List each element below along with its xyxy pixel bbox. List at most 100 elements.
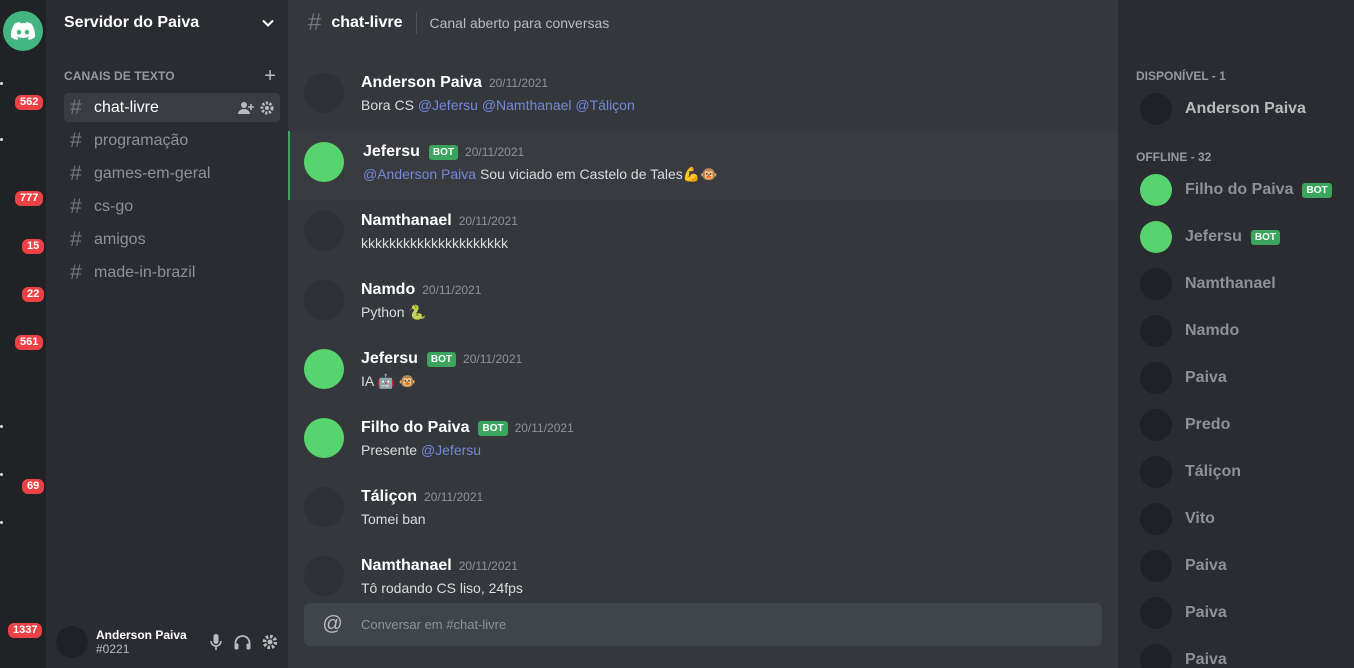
- member-item[interactable]: Predo: [1140, 407, 1230, 443]
- at-mention-icon[interactable]: @: [304, 613, 361, 636]
- channel-title: chat-livre: [331, 14, 403, 31]
- channel-item-cs-go[interactable]: # cs-go: [64, 192, 280, 221]
- member-item[interactable]: Jefersu BOT: [1140, 219, 1281, 255]
- avatar: [1140, 93, 1172, 125]
- message-author[interactable]: Namdo: [361, 281, 415, 299]
- message-text: Bora CS @Jefersu @Namthanael @Táliçon: [361, 97, 635, 113]
- channel-name: games-em-geral: [94, 164, 211, 182]
- channel-item-amigos[interactable]: # amigos: [64, 225, 280, 254]
- message: Jefersu BOT 20/11/2021 IA 🤖 🐵: [288, 338, 1118, 407]
- channel-item-programacao[interactable]: # programação: [64, 126, 280, 155]
- online-category-label: DISPONÍVEL - 1: [1136, 69, 1226, 83]
- server-header[interactable]: Servidor do Paiva: [46, 0, 288, 46]
- message-author[interactable]: Filho do Paiva: [361, 419, 469, 437]
- discord-app: 562 777 15 22 561 69 1337 Servidor do Pa…: [0, 0, 1354, 668]
- gear-icon[interactable]: [260, 101, 274, 115]
- avatar[interactable]: [304, 418, 344, 458]
- avatar[interactable]: [304, 73, 344, 113]
- avatar[interactable]: [304, 211, 344, 251]
- hash-icon: #: [70, 260, 82, 284]
- message-author[interactable]: Anderson Paiva: [361, 74, 482, 92]
- member-name: Paiva: [1185, 557, 1227, 574]
- member-list: DISPONÍVEL - 1 Anderson Paiva OFFLINE - …: [1118, 0, 1354, 668]
- member-name: Jefersu: [1185, 228, 1242, 245]
- avatar: [1140, 362, 1172, 394]
- bot-badge: BOT: [428, 144, 459, 160]
- message-input[interactable]: [361, 617, 1102, 632]
- divider: [415, 12, 417, 34]
- avatar: [1140, 221, 1172, 253]
- unread-dot: [0, 473, 3, 476]
- invite-member-icon[interactable]: [238, 101, 254, 115]
- text-channels-category[interactable]: CANAIS DE TEXTO +: [64, 66, 276, 86]
- message-author[interactable]: Jefersu: [361, 350, 418, 368]
- member-item[interactable]: Namthanael: [1140, 266, 1276, 302]
- avatar[interactable]: [56, 626, 88, 658]
- member-item[interactable]: Paiva: [1140, 595, 1227, 631]
- avatar[interactable]: [304, 280, 344, 320]
- message-text: IA 🤖 🐵: [361, 373, 417, 389]
- member-name: Paiva: [1185, 651, 1227, 668]
- message-highlighted: Jefersu BOT 20/11/2021 @Anderson Paiva S…: [288, 131, 1118, 200]
- member-item[interactable]: Paiva: [1140, 548, 1227, 584]
- message-text: Tomei ban: [361, 511, 426, 527]
- channel-name: amigos: [94, 230, 146, 248]
- channel-name: cs-go: [94, 197, 134, 215]
- channel-list: # chat-livre # programação # games-em-ge…: [64, 93, 280, 291]
- microphone-icon[interactable]: [207, 633, 224, 651]
- notification-badge[interactable]: 15: [20, 237, 47, 256]
- member-item[interactable]: Namdo: [1140, 313, 1239, 349]
- notification-badge[interactable]: 22: [20, 285, 47, 304]
- member-name: Vito: [1185, 510, 1215, 527]
- avatar: [1140, 456, 1172, 488]
- hash-icon: #: [70, 161, 82, 185]
- notification-badge[interactable]: 1337: [6, 621, 45, 640]
- message-text: kkkkkkkkkkkkkkkkkkkkk: [361, 235, 508, 251]
- member-item[interactable]: Táliçon: [1140, 454, 1241, 490]
- message-timestamp: 20/11/2021: [422, 283, 482, 297]
- message-timestamp: 20/11/2021: [488, 76, 549, 90]
- message: Táliçon 20/11/2021 Tomei ban: [288, 476, 1118, 545]
- notification-badge[interactable]: 561: [13, 333, 46, 352]
- notification-badge[interactable]: 777: [13, 189, 46, 208]
- message-author[interactable]: Táliçon: [361, 488, 417, 506]
- notification-badge[interactable]: 562: [13, 93, 46, 112]
- member-item[interactable]: Vito: [1140, 501, 1215, 537]
- bot-badge: BOT: [1302, 182, 1332, 198]
- add-channel-icon[interactable]: +: [264, 66, 276, 86]
- message-author[interactable]: Jefersu: [363, 143, 420, 161]
- user-mention[interactable]: @Anderson Paiva: [363, 166, 476, 182]
- unread-dot: [0, 521, 3, 524]
- member-item[interactable]: Filho do Paiva BOT: [1140, 172, 1332, 208]
- avatar[interactable]: [304, 142, 344, 182]
- gear-icon[interactable]: [261, 634, 278, 651]
- avatar[interactable]: [304, 487, 344, 527]
- member-item[interactable]: Paiva: [1140, 642, 1227, 668]
- unread-dot: [0, 425, 3, 428]
- home-button[interactable]: [3, 11, 43, 51]
- offline-category-label: OFFLINE - 32: [1136, 150, 1212, 164]
- channel-item-made-in-brazil[interactable]: # made-in-brazil: [64, 258, 280, 287]
- member-name: Paiva: [1185, 604, 1227, 621]
- avatar: [1140, 174, 1172, 206]
- message-author[interactable]: Namthanael: [361, 557, 452, 575]
- unread-dot: [0, 138, 3, 141]
- message-text: Tô rodando CS liso, 24fps: [361, 580, 523, 596]
- avatar[interactable]: [304, 556, 344, 596]
- channel-item-games-em-geral[interactable]: # games-em-geral: [64, 159, 280, 188]
- notification-badge[interactable]: 69: [20, 477, 47, 496]
- headphones-icon[interactable]: [234, 634, 251, 651]
- avatar[interactable]: [304, 349, 344, 389]
- user-mention[interactable]: @Jefersu @Namthanael @Táliçon: [418, 97, 635, 113]
- member-item[interactable]: Anderson Paiva: [1140, 91, 1306, 127]
- hash-icon: #: [70, 95, 82, 119]
- member-item[interactable]: Paiva: [1140, 360, 1227, 396]
- member-name: Filho do Paiva: [1185, 181, 1294, 198]
- user-mention[interactable]: @Jefersu: [421, 442, 481, 458]
- member-name: Namdo: [1185, 322, 1240, 339]
- member-name: Anderson Paiva: [1185, 100, 1306, 117]
- message-text: Python 🐍: [361, 304, 426, 320]
- message-author[interactable]: Namthanael: [361, 212, 452, 230]
- channel-item-chat-livre[interactable]: # chat-livre: [64, 93, 280, 122]
- avatar: [1140, 409, 1172, 441]
